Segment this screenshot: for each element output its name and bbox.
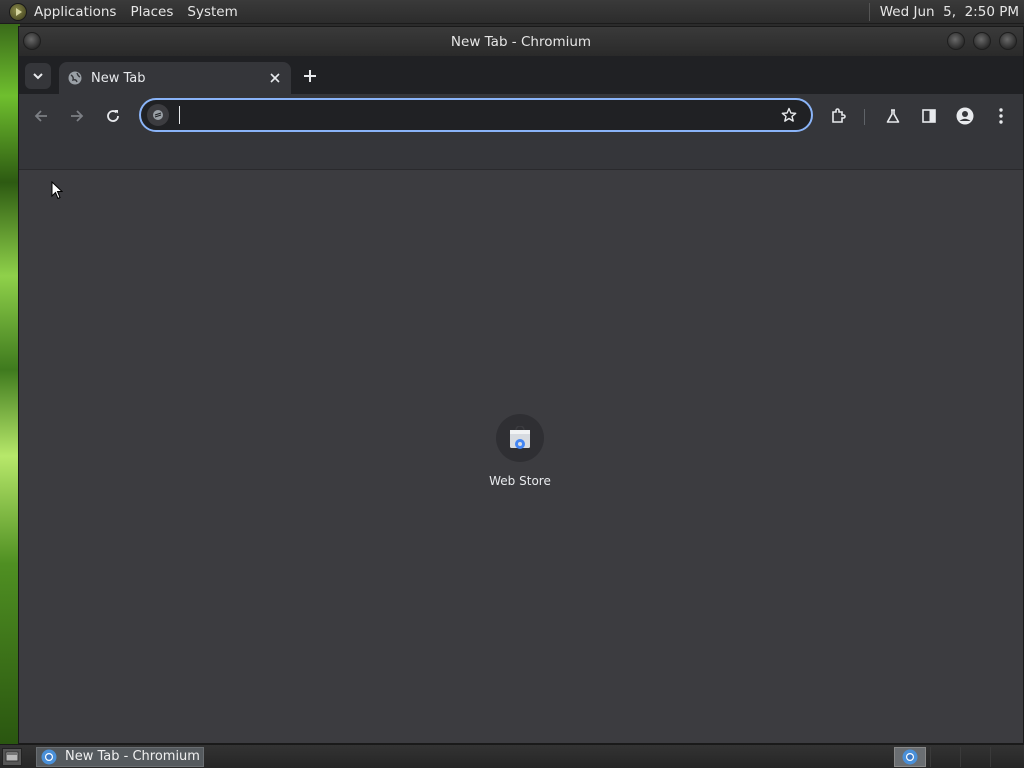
desktop-wallpaper bbox=[0, 24, 20, 744]
places-menu[interactable]: Places bbox=[130, 4, 173, 20]
window-menu-button[interactable] bbox=[23, 32, 41, 50]
new-tab-button[interactable] bbox=[299, 65, 321, 87]
top-panel: Applications Places System Wed Jun 5, 2:… bbox=[0, 0, 1024, 24]
mouse-cursor-icon bbox=[51, 181, 63, 200]
arrow-left-icon bbox=[34, 110, 47, 122]
tab-close-button[interactable] bbox=[267, 70, 283, 86]
extensions-button[interactable] bbox=[827, 104, 851, 128]
bookmark-star-button[interactable] bbox=[777, 103, 801, 127]
address-bar[interactable] bbox=[139, 98, 813, 132]
browser-window: New Tab - Chromium New Tab Web Store bbox=[18, 26, 1024, 744]
plus-icon bbox=[304, 70, 316, 82]
text-caret bbox=[179, 106, 180, 124]
side-panel-icon bbox=[922, 109, 936, 123]
back-button[interactable] bbox=[29, 104, 53, 128]
toolbar-separator bbox=[864, 109, 865, 125]
workspace-switcher[interactable] bbox=[930, 747, 1020, 767]
panel-separator bbox=[868, 2, 870, 21]
tab-title: New Tab bbox=[91, 70, 146, 86]
tab-search-button[interactable] bbox=[25, 63, 51, 89]
forward-button[interactable] bbox=[65, 104, 89, 128]
profile-button[interactable] bbox=[953, 104, 977, 128]
close-icon bbox=[270, 73, 280, 83]
window-titlebar[interactable]: New Tab - Chromium bbox=[19, 27, 1023, 56]
arrow-right-icon bbox=[71, 110, 84, 122]
globe-icon bbox=[68, 71, 82, 85]
reload-button[interactable] bbox=[101, 104, 125, 128]
desktop-icon bbox=[5, 751, 19, 761]
labs-button[interactable] bbox=[881, 104, 905, 128]
puzzle-icon bbox=[832, 108, 846, 123]
new-tab-page: Web Store bbox=[19, 176, 1023, 743]
site-info-icon[interactable] bbox=[147, 104, 169, 126]
shortcut-label: Web Store bbox=[489, 474, 551, 488]
maximize-button[interactable] bbox=[973, 32, 991, 50]
workspace-2[interactable] bbox=[930, 747, 960, 767]
shortcut-tile bbox=[496, 414, 544, 462]
distro-logo-icon[interactable] bbox=[9, 2, 27, 21]
kebab-menu-icon bbox=[999, 108, 1003, 124]
workspace-3[interactable] bbox=[960, 747, 990, 767]
address-input[interactable] bbox=[190, 102, 777, 128]
taskbar-item-label: New Tab - Chromium bbox=[65, 749, 200, 764]
close-window-button[interactable] bbox=[999, 32, 1017, 50]
shortcut-web-store[interactable]: Web Store bbox=[472, 414, 568, 504]
workspace-switcher-active[interactable] bbox=[894, 747, 926, 767]
chevron-down-icon bbox=[33, 73, 43, 80]
minimize-button[interactable] bbox=[947, 32, 965, 50]
tab-strip: New Tab bbox=[19, 56, 1023, 94]
workspace-4[interactable] bbox=[990, 747, 1020, 767]
star-icon bbox=[781, 107, 797, 122]
search-engine-icon bbox=[153, 110, 163, 120]
browser-toolbar bbox=[19, 94, 1023, 138]
chromium-icon bbox=[902, 749, 918, 765]
tab-new-tab[interactable]: New Tab bbox=[59, 62, 291, 94]
system-menu[interactable]: System bbox=[187, 4, 237, 20]
side-panel-button[interactable] bbox=[917, 104, 941, 128]
taskbar-item-chromium[interactable]: New Tab - Chromium bbox=[36, 746, 204, 767]
show-desktop-button[interactable] bbox=[2, 747, 22, 766]
chromium-icon bbox=[41, 749, 57, 764]
web-store-icon bbox=[510, 426, 530, 449]
reload-icon bbox=[107, 110, 119, 122]
flask-icon bbox=[886, 109, 900, 123]
person-icon bbox=[956, 107, 974, 125]
clock[interactable]: Wed Jun 5, 2:50 PM bbox=[880, 4, 1019, 20]
window-title: New Tab - Chromium bbox=[450, 33, 592, 50]
bookmarks-bar bbox=[19, 138, 1023, 170]
menu-button[interactable] bbox=[989, 104, 1013, 128]
applications-menu[interactable]: Applications bbox=[34, 4, 116, 20]
bottom-panel: New Tab - Chromium bbox=[0, 744, 1024, 768]
